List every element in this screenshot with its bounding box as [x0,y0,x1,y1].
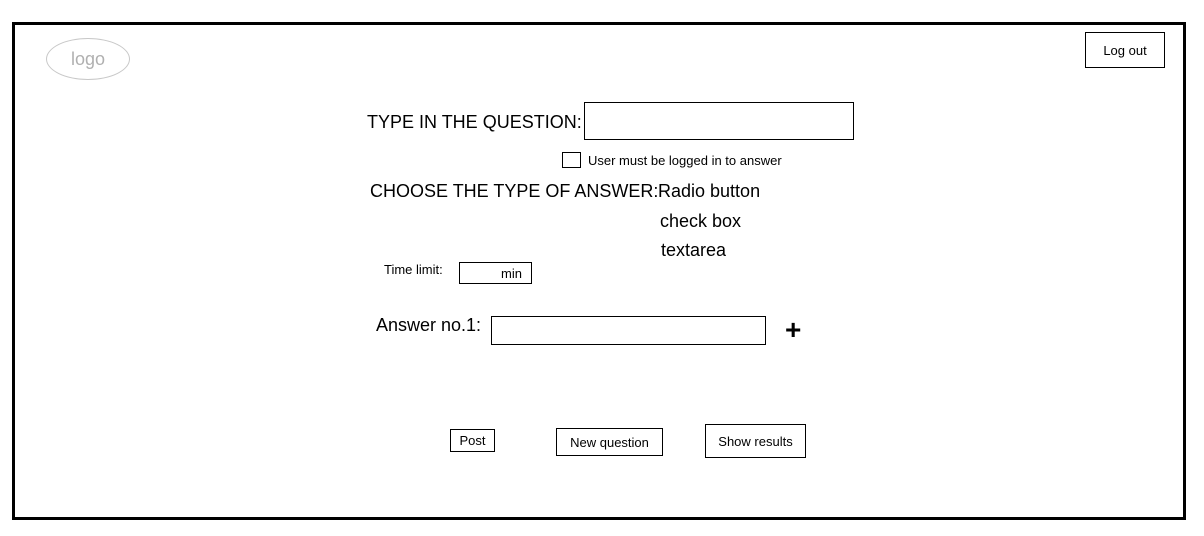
answer-type-radio-button[interactable]: Radio button [658,181,760,202]
question-input[interactable] [584,102,854,140]
login-required-label: User must be logged in to answer [588,153,782,168]
answer-type-check-box[interactable]: check box [660,211,741,232]
answer-type-textarea[interactable]: textarea [661,240,726,261]
answer-input[interactable] [491,316,766,345]
time-limit-input[interactable]: min [459,262,532,284]
new-question-button[interactable]: New question [556,428,663,456]
logo: logo [46,38,130,80]
login-required-checkbox[interactable] [562,152,581,168]
answer-label: Answer no.1: [376,315,482,335]
time-limit-label: Time limit: [384,262,443,277]
answer-type-label: CHOOSE THE TYPE OF ANSWER: [370,181,659,201]
show-results-button[interactable]: Show results [705,424,806,458]
logout-button[interactable]: Log out [1085,32,1165,68]
question-label: TYPE IN THE QUESTION: [367,112,582,132]
time-limit-unit: min [501,265,522,281]
logo-text: logo [70,48,106,69]
add-answer-icon[interactable]: + [785,314,801,346]
post-button[interactable]: Post [450,429,495,452]
